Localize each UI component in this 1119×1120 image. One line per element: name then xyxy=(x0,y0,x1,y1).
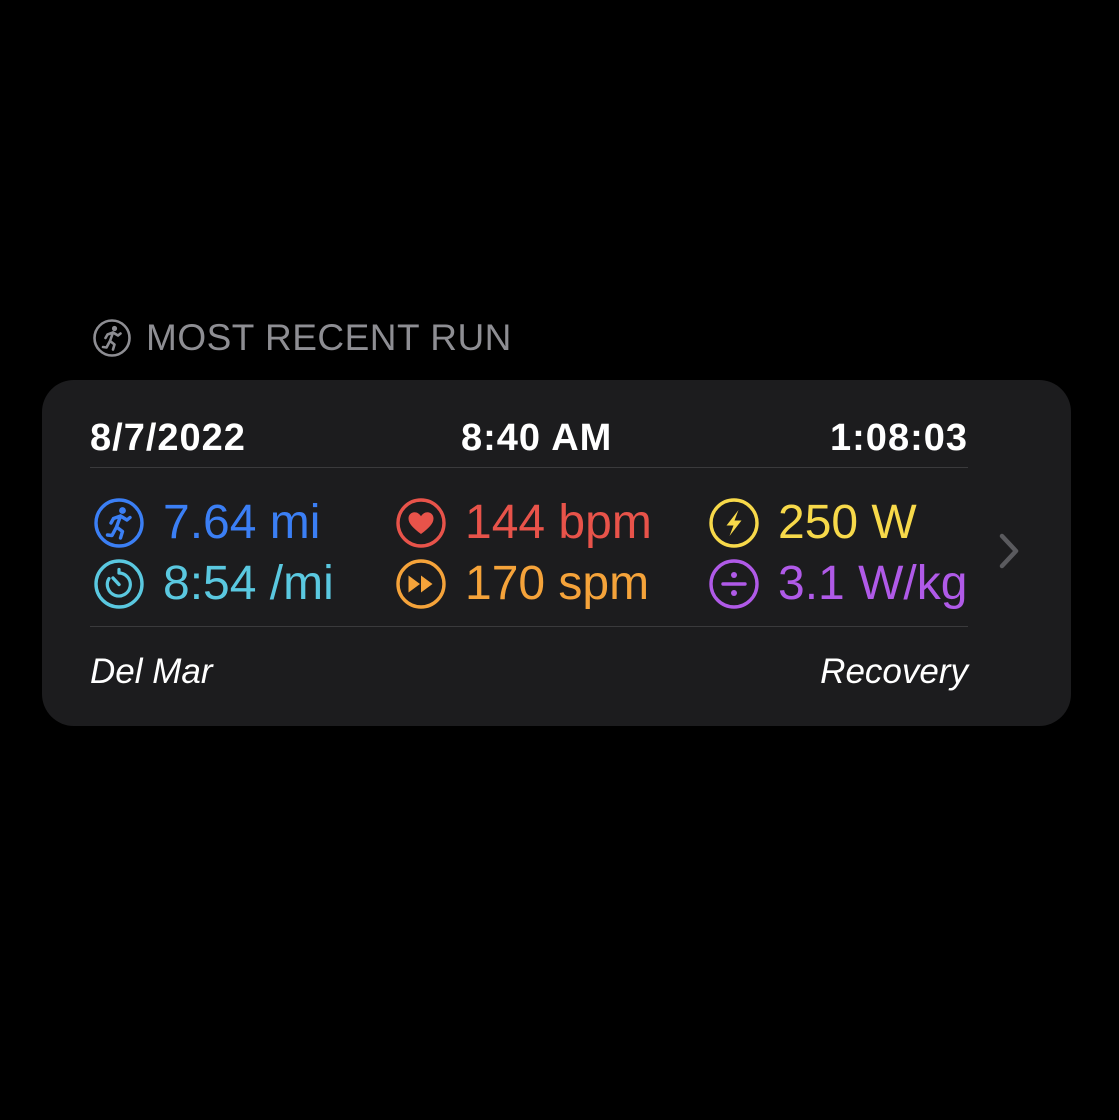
power-weight-value: 3.1 W/kg xyxy=(778,557,968,610)
fast-forward-icon xyxy=(396,559,446,609)
run-date: 8/7/2022 xyxy=(90,417,246,459)
heart-icon xyxy=(396,498,446,548)
metric-distance: 7.64 mi xyxy=(93,496,320,550)
divide-icon xyxy=(709,559,759,609)
run-start-time: 8:40 AM xyxy=(461,417,613,459)
run-duration: 1:08:03 xyxy=(830,417,968,459)
cadence-value: 170 spm xyxy=(465,557,650,610)
stopwatch-icon xyxy=(94,559,144,609)
distance-value: 7.64 mi xyxy=(163,496,321,549)
run-location: Del Mar xyxy=(90,652,213,691)
runner-circle-icon xyxy=(93,319,131,357)
metric-cadence: 170 spm xyxy=(395,557,649,611)
top-divider xyxy=(90,467,968,468)
section-title: MOST RECENT RUN xyxy=(146,317,512,358)
metric-power: 250 W xyxy=(708,496,917,550)
section-header: MOST RECENT RUN xyxy=(92,316,512,360)
lightning-icon xyxy=(709,498,759,548)
pace-value: 8:54 /mi xyxy=(163,557,334,610)
recent-run-card[interactable]: 8/7/2022 8:40 AM 1:08:03 7.64 mi 8:54 /m… xyxy=(42,380,1071,726)
power-value: 250 W xyxy=(778,496,917,549)
runner-icon xyxy=(94,498,144,548)
metric-pace: 8:54 /mi xyxy=(93,557,334,611)
bottom-divider xyxy=(90,626,968,627)
run-workout-type: Recovery xyxy=(820,652,968,691)
chevron-right-icon[interactable] xyxy=(996,530,1022,572)
heart-rate-value: 144 bpm xyxy=(465,496,652,549)
metric-heart-rate: 144 bpm xyxy=(395,496,652,550)
run-details-row: Del Mar Recovery xyxy=(90,648,968,696)
run-summary-row: 8/7/2022 8:40 AM 1:08:03 xyxy=(90,412,968,464)
metric-power-weight: 3.1 W/kg xyxy=(708,557,967,611)
